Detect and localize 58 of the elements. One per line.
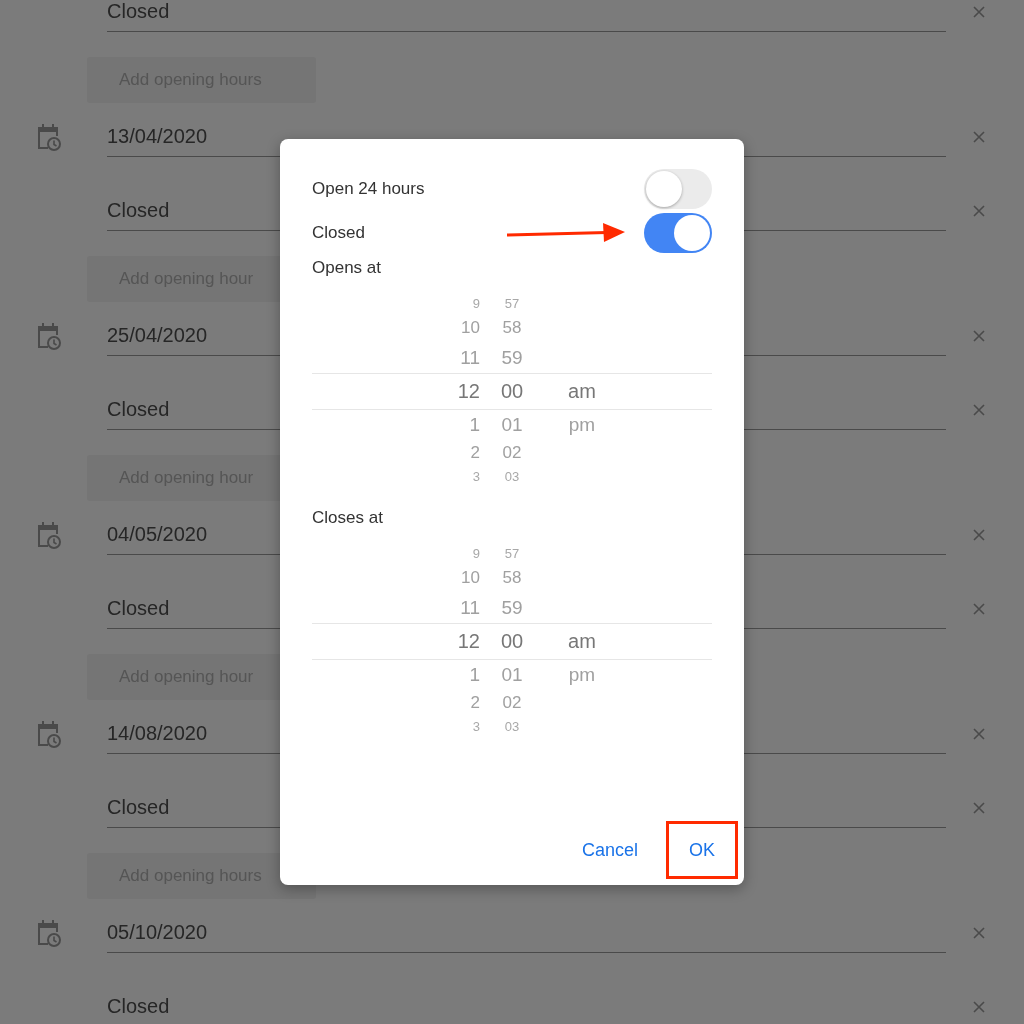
hours-field[interactable]: Closed — [107, 0, 946, 32]
close-icon[interactable] — [973, 205, 985, 217]
close-icon[interactable] — [973, 6, 985, 18]
picker-option[interactable]: 2 — [470, 693, 480, 712]
picker-option[interactable]: 58 — [502, 568, 522, 587]
close-icon[interactable] — [973, 330, 985, 342]
calendar-clock-icon — [35, 322, 61, 350]
close-icon[interactable] — [973, 927, 985, 939]
calendar-clock-icon — [35, 919, 61, 947]
close-icon[interactable] — [973, 802, 985, 814]
toggle-label: Open 24 hours — [312, 179, 425, 199]
calendar-clock-icon — [35, 720, 61, 748]
close-icon[interactable] — [973, 1001, 985, 1013]
toggle-switch[interactable] — [644, 213, 712, 253]
date-field[interactable]: 05/10/2020 — [107, 913, 946, 953]
picker-option[interactable]: 3 — [472, 468, 480, 484]
picker-option[interactable]: 01 — [501, 414, 523, 435]
picker-label: Closes at — [312, 508, 384, 529]
picker-option[interactable]: 59 — [501, 596, 523, 618]
picker-option[interactable]: 02 — [502, 443, 522, 462]
picker-option[interactable]: 9 — [472, 545, 480, 561]
picker-option[interactable]: 02 — [502, 693, 522, 712]
close-icon[interactable] — [973, 603, 985, 615]
close-icon[interactable] — [973, 404, 985, 416]
picker-option[interactable]: 10 — [461, 568, 480, 587]
picker-option[interactable]: 11 — [460, 346, 480, 368]
close-icon[interactable] — [973, 529, 985, 541]
picker-option[interactable]: 12 — [457, 380, 480, 402]
close-icon[interactable] — [973, 131, 985, 143]
picker-option[interactable]: 2 — [470, 443, 480, 462]
picker-option[interactable]: 10 — [461, 318, 480, 337]
toggle-label: Closed — [312, 223, 365, 243]
picker-option[interactable]: 9 — [472, 295, 480, 311]
calendar-clock-icon — [35, 521, 61, 549]
picker-option[interactable]: 59 — [501, 346, 523, 368]
picker-option[interactable]: 1 — [469, 414, 480, 435]
picker-option[interactable]: 11 — [460, 596, 480, 618]
hours-field[interactable]: Closed — [107, 987, 946, 1024]
dialog-button[interactable]: Cancel — [574, 821, 646, 879]
picker-option[interactable]: am — [568, 380, 596, 402]
toggle-switch[interactable] — [644, 169, 712, 209]
picker-option[interactable]: 03 — [504, 718, 520, 734]
picker-option[interactable]: 3 — [472, 718, 480, 734]
picker-option[interactable]: 58 — [502, 318, 522, 337]
close-icon[interactable] — [973, 728, 985, 740]
picker-option[interactable]: 57 — [504, 545, 520, 561]
picker-option[interactable]: 1 — [469, 664, 480, 685]
highlighted-button[interactable]: OK — [666, 821, 738, 879]
picker-option[interactable]: 57 — [504, 295, 520, 311]
picker-option[interactable]: 12 — [457, 630, 480, 652]
calendar-clock-icon — [35, 123, 61, 151]
picker-option[interactable]: 00 — [500, 630, 524, 652]
picker-option[interactable]: 03 — [504, 468, 520, 484]
picker-option[interactable]: 01 — [501, 664, 523, 685]
picker-option[interactable]: pm — [568, 664, 596, 685]
picker-option[interactable]: pm — [568, 414, 596, 435]
picker-option[interactable]: 00 — [500, 380, 524, 402]
picker-option[interactable]: am — [568, 630, 596, 652]
